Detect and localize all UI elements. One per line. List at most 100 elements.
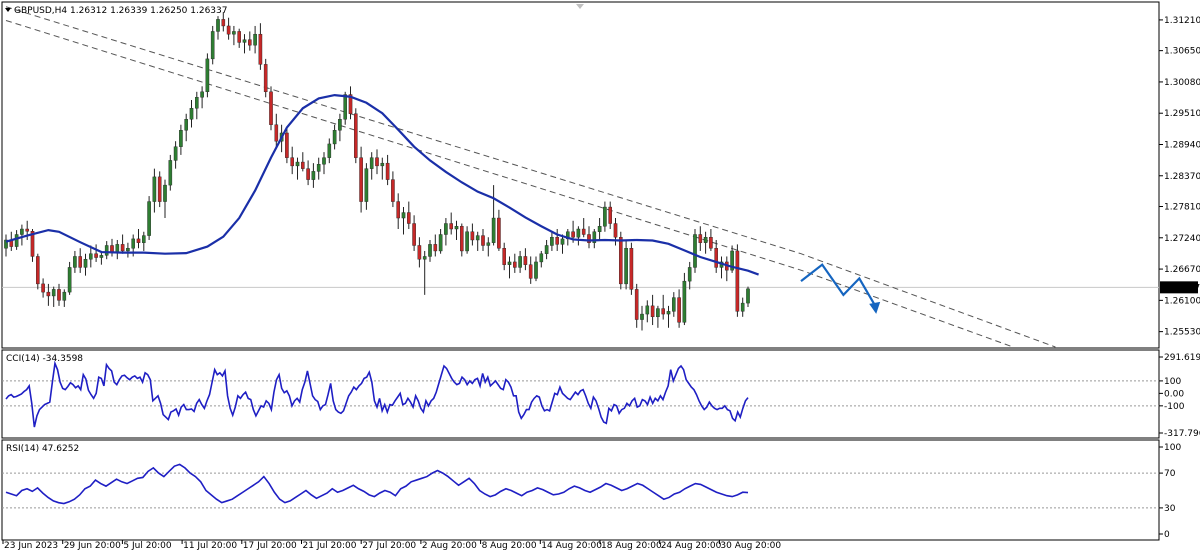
rsi-axis-label: 30 <box>1164 504 1176 514</box>
candle-body <box>375 157 379 167</box>
candle-body <box>184 119 189 131</box>
candle-body <box>407 212 411 224</box>
time-axis-label: 30 Aug 20:00 <box>720 541 781 551</box>
candle-body <box>629 248 634 290</box>
time-axis-label: 24 Aug 20:00 <box>661 541 722 551</box>
price-axis-label: 1.27240 <box>1164 234 1200 244</box>
candle-body <box>465 231 469 252</box>
time-axis-label: 23 Jun 2023 <box>4 541 58 551</box>
candle-body <box>104 245 109 256</box>
candle-body <box>78 256 82 268</box>
candle-body <box>624 248 628 285</box>
candle-body <box>444 223 448 235</box>
candle-body <box>115 244 120 253</box>
price-axis-label: 1.31210 <box>1164 16 1200 26</box>
price-axis-label: 1.28370 <box>1164 172 1200 182</box>
candle-body <box>682 280 687 323</box>
candle-body <box>576 228 581 238</box>
candle-body <box>454 226 459 230</box>
candle-body <box>173 146 178 161</box>
candle-body <box>338 119 342 131</box>
price-header: GBPUSD,H4 1.26312 1.26339 1.26250 1.2633… <box>14 6 227 16</box>
candle-body <box>571 231 575 238</box>
candle-body <box>316 164 321 172</box>
candle-body <box>168 160 173 186</box>
time-axis-label: 27 Jul 20:00 <box>362 541 416 551</box>
price-axis-label: 1.27810 <box>1164 203 1200 213</box>
candle-body <box>354 113 358 158</box>
price-axis-label: 1.29510 <box>1164 109 1200 119</box>
candle <box>629 242 634 295</box>
candle-body <box>714 248 718 268</box>
candle-body <box>343 94 348 120</box>
candle-body <box>290 157 295 167</box>
candle-body <box>364 168 369 202</box>
candle-body <box>253 33 257 46</box>
time-axis-label: 5 Jul 20:00 <box>123 541 172 551</box>
candle <box>36 253 40 290</box>
candle-body <box>661 308 665 315</box>
candle-body <box>672 297 676 312</box>
candle-body <box>640 313 644 320</box>
candle <box>693 229 697 273</box>
candle-body <box>502 248 507 265</box>
candle-body <box>560 238 565 245</box>
time-axis-label: 17 Jul 20:00 <box>243 541 297 551</box>
cci-header: CCI(14) -34.3598 <box>6 354 83 364</box>
cci-axis-label: -100 <box>1164 402 1185 412</box>
candle-body <box>645 305 650 315</box>
candle-body <box>126 248 130 252</box>
candle-body <box>152 176 157 202</box>
candle-body <box>332 130 337 145</box>
cci-panel-frame <box>1 349 1160 439</box>
candle-body <box>46 291 51 297</box>
candle-body <box>544 245 549 254</box>
time-axis-label: 8 Aug 20:00 <box>482 541 537 551</box>
current-price-label: 1.26337 <box>1163 283 1200 293</box>
cci-axis-label: -317.7962 <box>1164 429 1200 439</box>
candle-body <box>205 58 210 93</box>
price-axis-label: 1.28940 <box>1164 140 1200 150</box>
candle-body <box>141 235 146 243</box>
candle-body <box>51 289 56 297</box>
candle-body <box>67 267 72 293</box>
time-axis-label: 11 Jul 20:00 <box>183 541 237 551</box>
candle <box>263 58 268 98</box>
candle-body <box>650 305 655 318</box>
candle-body <box>14 234 19 247</box>
candle-body <box>274 124 279 142</box>
candle-body <box>57 289 61 301</box>
candle-body <box>157 176 162 202</box>
candle-body <box>285 132 289 158</box>
candle-body <box>147 201 151 236</box>
candle-body <box>528 264 533 279</box>
candle-body <box>412 223 416 246</box>
candle-body <box>189 108 194 120</box>
candle-body <box>226 25 231 35</box>
time-axis-label: 21 Jul 20:00 <box>303 541 357 551</box>
candle-body <box>258 33 263 65</box>
candle <box>205 53 210 98</box>
candle-body <box>83 258 88 268</box>
candle-body <box>306 168 310 180</box>
candle-body <box>327 143 332 158</box>
candle-body <box>417 245 422 260</box>
candle-body <box>513 261 517 268</box>
candle-body <box>73 256 77 268</box>
candle-body <box>36 256 40 285</box>
candle-body <box>497 217 501 249</box>
cci-axis-label: 291.6191 <box>1164 353 1200 363</box>
candle-body <box>619 237 623 285</box>
candle-body <box>603 206 607 227</box>
candle-body <box>486 242 491 246</box>
candle-body <box>263 64 268 93</box>
candle-body <box>62 291 67 301</box>
candle-body <box>703 237 708 243</box>
candle-body <box>581 228 586 235</box>
candle-body <box>295 161 300 167</box>
candle-body <box>449 223 454 230</box>
candle-body <box>41 283 45 293</box>
candle-body <box>401 212 406 219</box>
time-axis-label: 18 Aug 20:00 <box>601 541 662 551</box>
candle <box>269 86 273 131</box>
